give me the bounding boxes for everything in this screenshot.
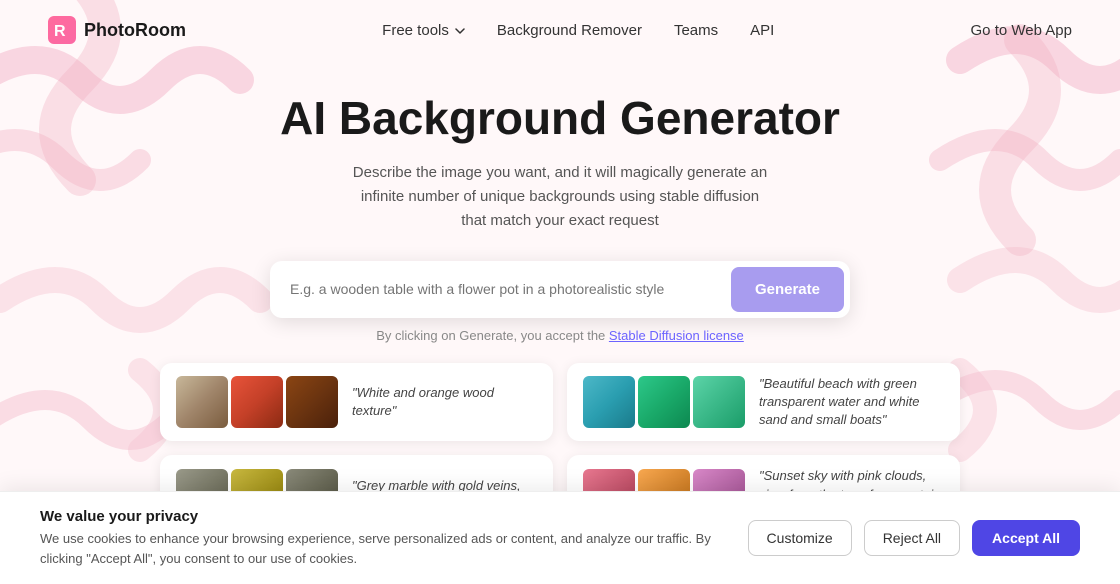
go-to-webapp-button[interactable]: Go to Web App [971, 22, 1072, 39]
hero-section: AI Background Generator Describe the ima… [0, 60, 1120, 233]
reject-all-button[interactable]: Reject All [864, 520, 960, 556]
accept-all-button[interactable]: Accept All [972, 520, 1080, 556]
card-beach[interactable]: "Beautiful beach with green transparent … [567, 363, 960, 442]
logo-text: PhotoRoom [84, 20, 186, 41]
nav-item-api[interactable]: API [750, 22, 774, 39]
hero-title: AI Background Generator [20, 92, 1100, 145]
nav-item-teams[interactable]: Teams [674, 22, 718, 39]
hero-subtitle: Describe the image you want, and it will… [350, 161, 770, 233]
search-container: Generate [0, 261, 1120, 318]
logo-icon: R [48, 16, 76, 44]
cookie-banner: We value your privacy We use cookies to … [0, 491, 1120, 584]
generate-button[interactable]: Generate [731, 267, 844, 312]
license-notice: By clicking on Generate, you accept the … [0, 328, 1120, 343]
wood-image-2 [231, 376, 283, 428]
stable-diffusion-license-link[interactable]: Stable Diffusion license [609, 328, 744, 343]
chevron-down-icon [455, 28, 465, 34]
card-wood-texture[interactable]: "White and orange wood texture" [160, 363, 553, 442]
nav-item-free-tools[interactable]: Free tools [382, 22, 465, 39]
logo[interactable]: R PhotoRoom [48, 16, 186, 44]
nav-item-background-remover[interactable]: Background Remover [497, 22, 642, 39]
prompt-input[interactable] [270, 265, 725, 313]
beach-image-3 [693, 376, 745, 428]
cookie-description: We use cookies to enhance your browsing … [40, 529, 740, 568]
navbar: R PhotoRoom Free tools Background Remove… [0, 0, 1120, 60]
card-quote-beach: "Beautiful beach with green transparent … [759, 375, 944, 430]
cookie-title: We value your privacy [40, 508, 740, 525]
card-images-beach [583, 376, 745, 428]
beach-image-2 [638, 376, 690, 428]
wood-image-1 [176, 376, 228, 428]
beach-image-1 [583, 376, 635, 428]
card-quote-wood: "White and orange wood texture" [352, 384, 537, 420]
cookie-actions: Customize Reject All Accept All [748, 520, 1080, 556]
svg-text:R: R [54, 23, 66, 40]
wood-image-3 [286, 376, 338, 428]
search-box: Generate [270, 261, 850, 318]
card-images-wood [176, 376, 338, 428]
customize-button[interactable]: Customize [748, 520, 852, 556]
nav-links: Free tools Background Remover Teams API [382, 22, 774, 39]
cookie-text-area: We value your privacy We use cookies to … [40, 508, 740, 568]
